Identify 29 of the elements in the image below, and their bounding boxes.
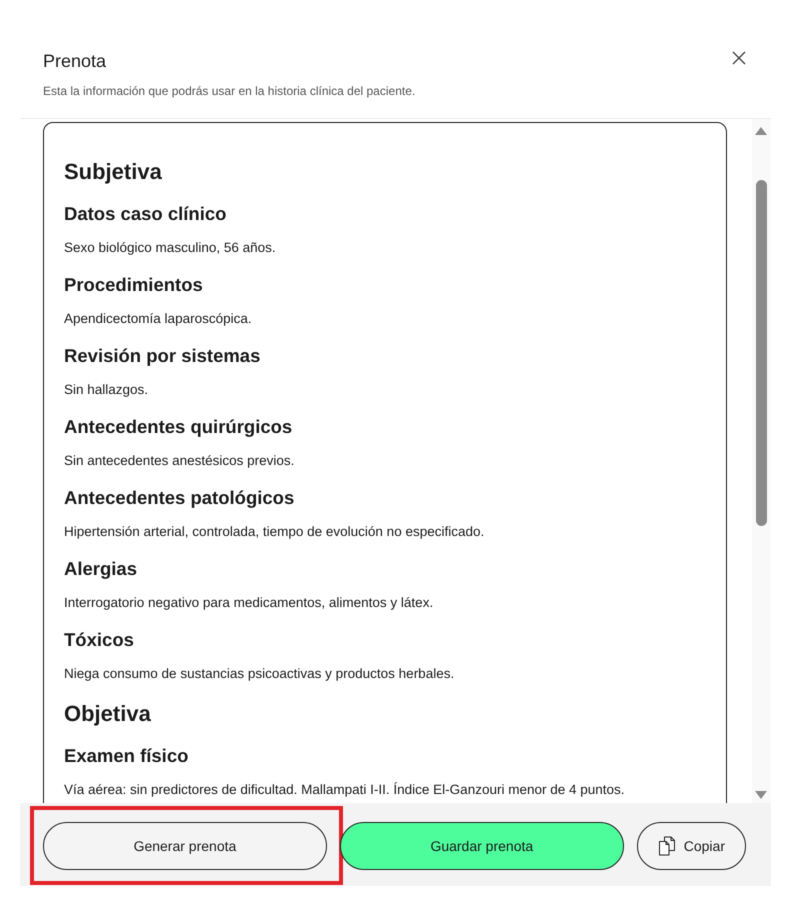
dialog-title: Prenota: [43, 50, 108, 72]
dialog-subtitle: Esta la información que podrás usar en la historia clínica del paciente.: [43, 83, 416, 99]
note-paragraph: Sin hallazgos.: [64, 381, 150, 399]
scrollbar-thumb[interactable]: [756, 180, 767, 526]
subsection-heading: Tóxicos: [64, 628, 135, 652]
save-button[interactable]: Guardar prenota: [340, 822, 624, 870]
note-paragraph: Niega consumo de sustancias psicoactivas y productos herbales.: [64, 665, 456, 683]
subsection-heading: Revisión por sistemas: [64, 344, 262, 368]
note-paragraph: Sin antecedentes anestésicos previos.: [64, 452, 296, 470]
subsection-heading: Procedimientos: [64, 273, 204, 297]
note-paragraph: Apendicectomía laparoscópica.: [64, 310, 253, 328]
section-heading: Objetiva: [64, 700, 152, 728]
copy-icon: [658, 836, 676, 856]
copy-button[interactable]: Copiar: [636, 822, 746, 870]
subsection-heading: Examen físico: [64, 744, 190, 768]
note-paragraph: Hipertensión arterial, controlada, tiempo de evolución no especificado.: [64, 523, 486, 541]
scroll-up-icon[interactable]: [755, 127, 767, 135]
section-heading: Subjetiva: [64, 158, 163, 186]
scroll-down-icon[interactable]: [755, 791, 767, 799]
note-paragraph: Sexo biológico masculino, 56 años.: [64, 239, 277, 257]
scrollbar-track[interactable]: [752, 119, 771, 803]
note-paragraph: Interrogatorio negativo para medicamentos, alimentos y látex.: [64, 594, 434, 612]
generate-button[interactable]: Generar prenota: [43, 822, 327, 870]
subsection-heading: Datos caso clínico: [64, 202, 228, 226]
subsection-heading: Alergias: [64, 557, 138, 581]
close-icon[interactable]: [732, 51, 746, 65]
note-paragraph: Vía aérea: sin predictores de dificultad. Mallampati I-II. Índice El-Ganzouri menor de 4 puntos.: [64, 781, 626, 799]
subsection-heading: Antecedentes patológicos: [64, 486, 296, 510]
subsection-heading: Antecedentes quirúrgicos: [64, 415, 294, 439]
